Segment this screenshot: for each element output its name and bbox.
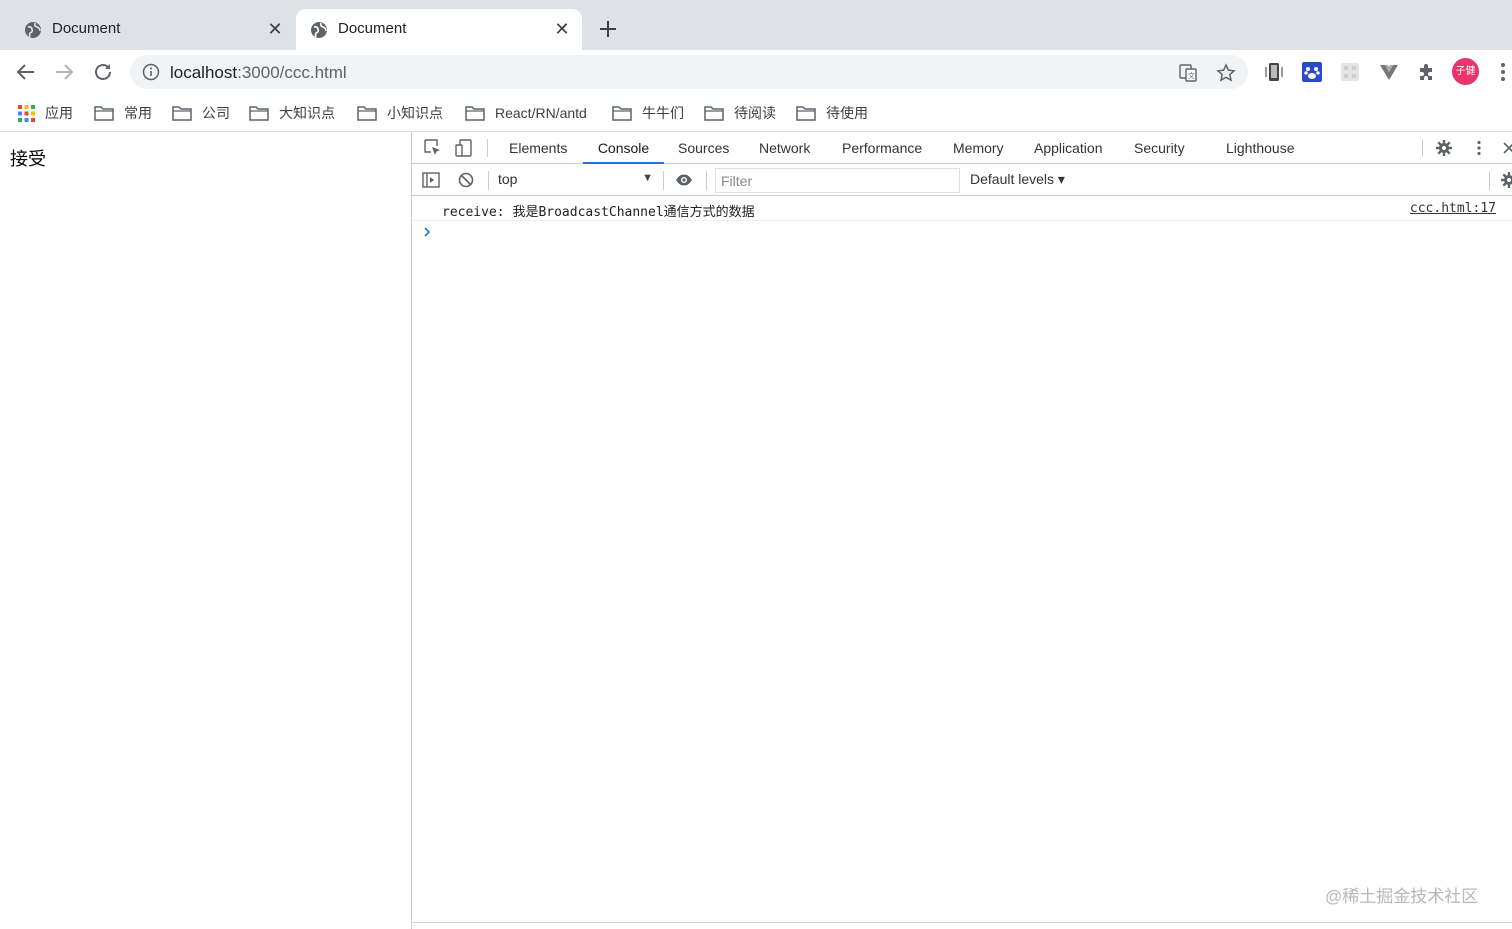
extension-phone-icon[interactable] — [1263, 61, 1285, 83]
profile-avatar[interactable]: 子健 — [1452, 58, 1479, 85]
folder-icon — [94, 106, 114, 121]
svg-text:文: 文 — [1188, 71, 1195, 80]
address-bar[interactable]: localhost:3000/ccc.html 文 — [130, 55, 1248, 89]
bookmark-star-icon[interactable] — [1216, 63, 1236, 83]
back-arrow-icon[interactable] — [14, 60, 38, 84]
folder-icon — [465, 106, 485, 121]
bookmark-folder[interactable]: 待使用 — [796, 103, 868, 123]
folder-icon — [704, 106, 724, 121]
log-levels-dropdown[interactable]: Default levels ▾ — [970, 171, 1065, 188]
more-vertical-icon[interactable] — [1497, 60, 1509, 84]
browser-toolbar: localhost:3000/ccc.html 文 子健 — [0, 50, 1512, 94]
console-message: receive: 我是BroadcastChannel通信方式的数据 ccc.h… — [412, 197, 1512, 221]
context-selector[interactable]: top ▼ — [498, 171, 653, 191]
clear-console-icon[interactable] — [457, 171, 475, 189]
watermark-text: @稀土掘金技术社区 — [1325, 887, 1479, 906]
globe-icon — [311, 22, 327, 38]
more-vertical-icon[interactable] — [1470, 139, 1488, 157]
toolbar-divider — [1422, 139, 1423, 157]
bookmark-label: 应用 — [45, 105, 73, 121]
eye-icon[interactable] — [675, 171, 693, 189]
tab-application[interactable]: Application — [1034, 132, 1103, 164]
url-host: localhost — [170, 63, 238, 82]
bookmark-folder[interactable]: 小知识点 — [357, 103, 443, 123]
forward-arrow-icon[interactable] — [52, 60, 76, 84]
bookmark-folder[interactable]: 常用 — [94, 103, 152, 123]
close-icon[interactable]: ✕ — [552, 19, 572, 39]
reload-icon[interactable] — [91, 60, 115, 84]
bookmark-folder[interactable]: 大知识点 — [249, 103, 335, 123]
url-path: :3000/ccc.html — [237, 63, 347, 82]
dropdown-arrow-icon: ▼ — [642, 172, 653, 184]
tab-strip: Document ✕ Document ✕ — [0, 0, 1512, 50]
info-icon[interactable] — [142, 63, 160, 81]
tab-elements[interactable]: Elements — [509, 132, 567, 164]
close-icon[interactable] — [1500, 139, 1512, 157]
tab-sources[interactable]: Sources — [678, 132, 729, 164]
folder-icon — [357, 106, 377, 121]
folder-icon — [612, 106, 632, 121]
bookmark-folder[interactable]: React/RN/antd — [465, 103, 587, 123]
bookmark-folder[interactable]: 公司 — [172, 103, 230, 123]
console-message-text: receive: 我是BroadcastChannel通信方式的数据 — [442, 205, 755, 220]
tab-lighthouse[interactable]: Lighthouse — [1226, 132, 1295, 164]
inspect-element-icon[interactable] — [424, 139, 442, 157]
bookmark-label: 待阅读 — [734, 105, 776, 121]
console-toolbar: top ▼ Default levels ▾ — [412, 165, 1512, 196]
bookmark-label: 大知识点 — [279, 105, 335, 121]
bookmark-label: 常用 — [124, 105, 152, 121]
sidebar-toggle-icon[interactable] — [422, 171, 440, 189]
folder-icon — [172, 106, 192, 121]
bookmark-label: 小知识点 — [387, 105, 443, 121]
gear-icon[interactable] — [1435, 139, 1453, 157]
url-text[interactable]: localhost:3000/ccc.html — [170, 63, 347, 83]
translate-icon[interactable]: 文 — [1178, 63, 1198, 83]
toolbar-divider — [706, 171, 707, 190]
toolbar-divider — [488, 171, 489, 190]
browser-tab-active[interactable]: Document ✕ — [296, 9, 582, 50]
toolbar-divider — [1489, 171, 1490, 190]
tab-title: Document — [52, 20, 121, 37]
tab-security[interactable]: Security — [1134, 132, 1185, 164]
device-toolbar-icon[interactable] — [455, 139, 473, 157]
console-filter-input[interactable] — [715, 168, 960, 193]
extension-vue-icon[interactable] — [1378, 61, 1400, 83]
status-divider — [411, 922, 1512, 923]
bookmark-apps[interactable]: 应用 — [18, 103, 73, 123]
tab-memory[interactable]: Memory — [953, 132, 1004, 164]
page-viewport: 接受 — [0, 132, 411, 929]
close-icon[interactable]: ✕ — [265, 19, 285, 39]
folder-icon — [796, 106, 816, 121]
console-source-link[interactable]: ccc.html:17 — [1410, 201, 1496, 216]
context-value: top — [498, 171, 518, 187]
tab-title: Document — [338, 20, 407, 37]
bookmark-label: 牛牛们 — [642, 105, 684, 121]
extensions-puzzle-icon[interactable] — [1416, 61, 1438, 83]
console-settings-gear-icon[interactable] — [1500, 171, 1512, 189]
bookmark-label: 公司 — [202, 105, 230, 121]
console-prompt-chevron-icon[interactable] — [422, 225, 434, 239]
apps-grid-icon — [18, 104, 35, 122]
toolbar-divider — [663, 171, 664, 190]
devtools-panel: Elements Console Sources Network Perform… — [411, 132, 1512, 929]
bookmark-folder[interactable]: 牛牛们 — [612, 103, 684, 123]
extension-paw-icon[interactable] — [1301, 61, 1323, 83]
new-tab-plus-icon[interactable] — [596, 17, 620, 41]
bookmark-label: 待使用 — [826, 105, 868, 121]
extension-grid-icon[interactable] — [1339, 61, 1361, 83]
tab-network[interactable]: Network — [759, 132, 810, 164]
bookmark-folder[interactable]: 待阅读 — [704, 103, 776, 123]
bookmark-label: React/RN/antd — [495, 105, 587, 121]
bookmarks-bar: 应用 常用 公司 大知识点 小知识点 React/RN/antd 牛牛们 待阅读… — [0, 94, 1512, 132]
page-body-text: 接受 — [10, 149, 46, 169]
devtools-tab-bar: Elements Console Sources Network Perform… — [412, 132, 1512, 164]
globe-icon — [25, 22, 41, 38]
tab-console[interactable]: Console — [583, 132, 664, 164]
browser-tab[interactable]: Document ✕ — [0, 9, 295, 50]
tab-performance[interactable]: Performance — [842, 132, 922, 164]
toolbar-divider — [487, 139, 488, 157]
folder-icon — [249, 106, 269, 121]
